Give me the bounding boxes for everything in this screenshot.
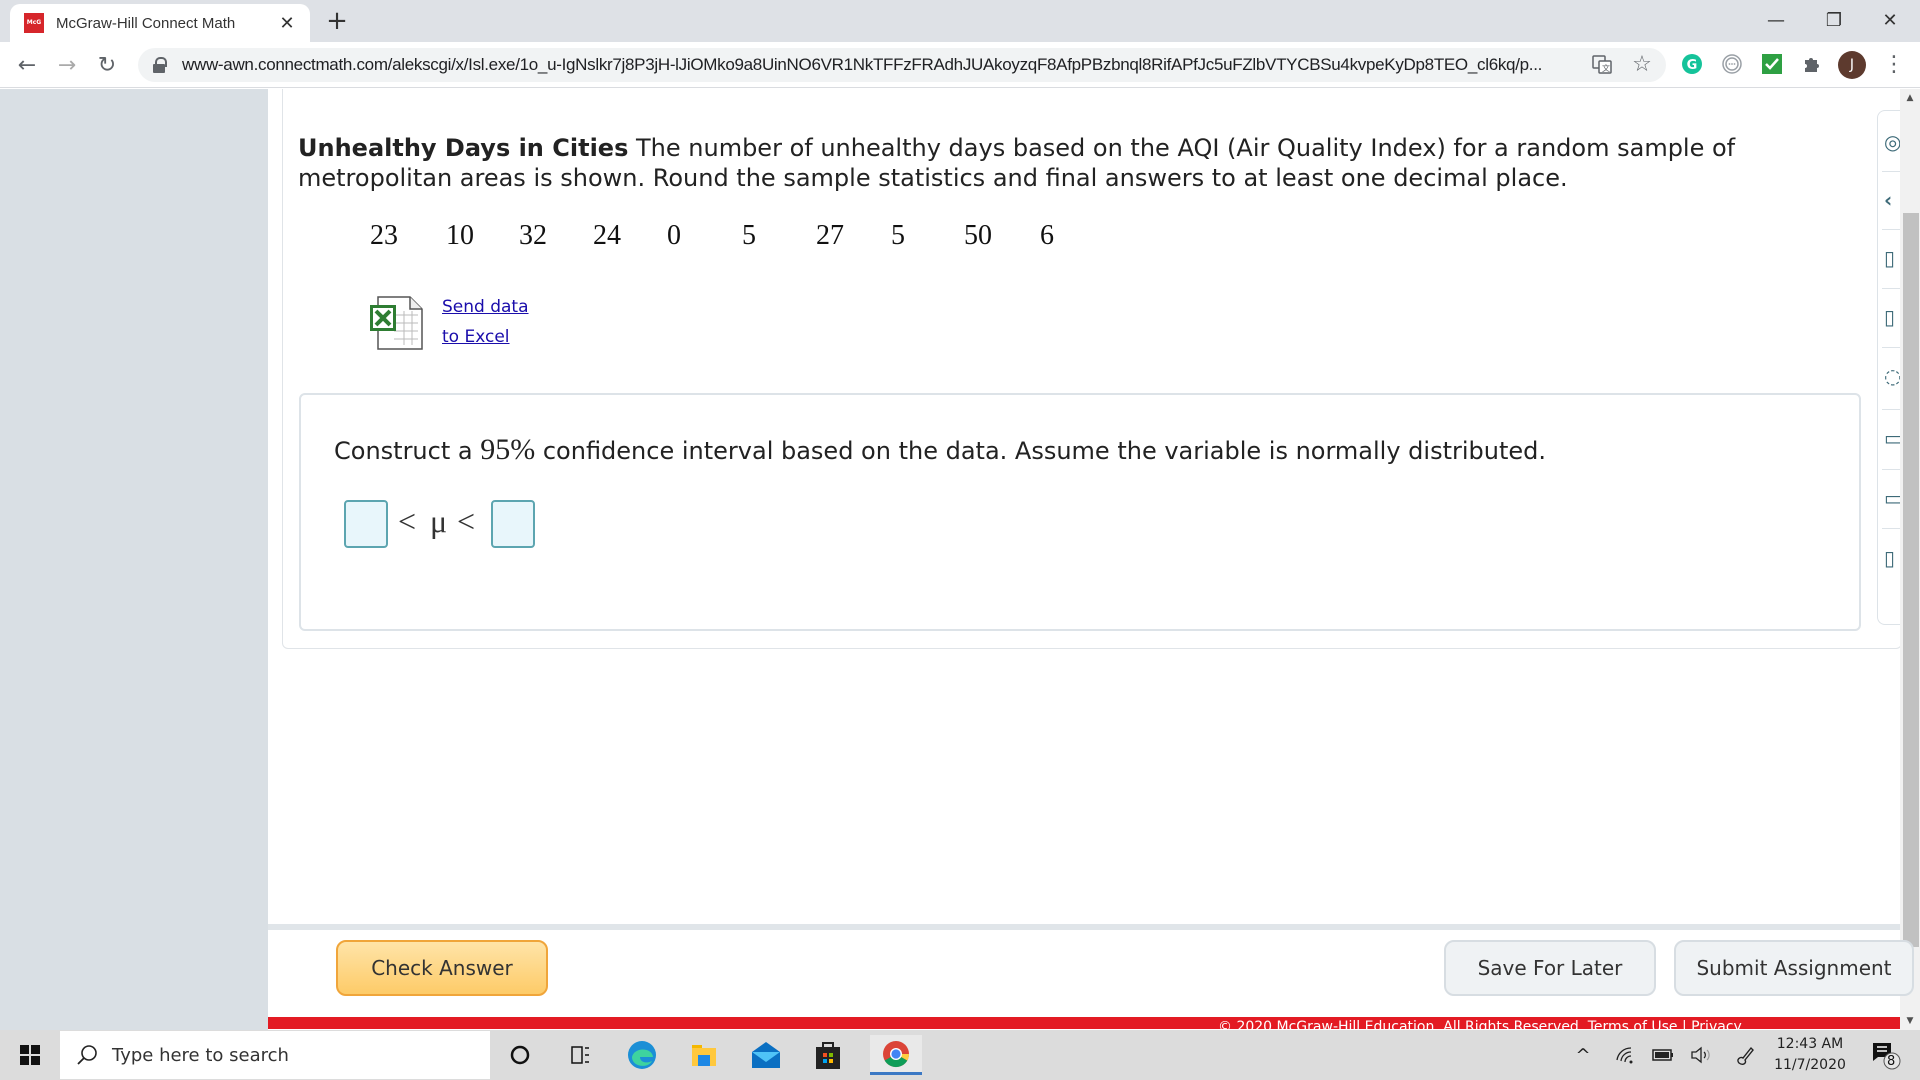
extension-circle-icon[interactable]: [1719, 51, 1745, 77]
taskbar-search-input[interactable]: Type here to search: [60, 1031, 490, 1079]
search-icon: [76, 1044, 98, 1066]
mu-symbol: μ: [430, 503, 448, 539]
chrome-taskbar-icon[interactable]: [870, 1035, 922, 1075]
action-center-button[interactable]: 8: [1866, 1030, 1906, 1080]
scroll-up-arrow-icon[interactable]: ▲: [1900, 89, 1920, 107]
data-value: 24: [593, 220, 621, 251]
svg-text:G: G: [1687, 58, 1698, 73]
wifi-icon[interactable]: [1610, 1030, 1640, 1080]
scroll-down-arrow-icon[interactable]: ▼: [1900, 1012, 1920, 1030]
data-value: 10: [446, 220, 474, 251]
tab-title: McGraw-Hill Connect Math: [56, 14, 236, 32]
mail-icon[interactable]: [746, 1035, 786, 1075]
vertical-scrollbar[interactable]: ▲ ▼: [1900, 89, 1920, 1030]
minimize-button[interactable]: —: [1748, 0, 1804, 40]
data-value: 5: [742, 220, 756, 251]
url-text: www-awn.connectmath.com/alekscgi/x/Isl.e…: [182, 55, 1543, 74]
data-value: 23: [370, 220, 398, 251]
browser-toolbar: ← → ↻ www-awn.connectmath.com/alekscgi/x…: [0, 42, 1920, 88]
address-bar[interactable]: www-awn.connectmath.com/alekscgi/x/Isl.e…: [138, 48, 1666, 82]
checkmark-extension-icon[interactable]: [1759, 51, 1785, 77]
page-viewport: Unhealthy Days in Cities The number of u…: [0, 89, 1920, 1030]
clock-date: 11/7/2020: [1774, 1057, 1846, 1073]
problem-statement: Unhealthy Days in Cities The number of u…: [298, 133, 1758, 193]
cortana-icon[interactable]: [500, 1035, 540, 1075]
extensions-puzzle-icon[interactable]: [1799, 51, 1825, 77]
upper-bound-input[interactable]: [491, 500, 535, 548]
lower-bound-input[interactable]: [344, 500, 388, 548]
send-data-to-excel-link-line2[interactable]: to Excel: [442, 327, 510, 347]
close-window-button[interactable]: ✕: [1862, 0, 1918, 40]
send-data-to-excel-link[interactable]: Send data: [442, 297, 529, 317]
chrome-menu-icon[interactable]: ⋮: [1880, 50, 1908, 78]
footer-text: © 2020 McGraw-Hill Education. All Rights…: [1218, 1019, 1742, 1029]
less-than-sign: <: [457, 503, 476, 539]
footer-bar: © 2020 McGraw-Hill Education. All Rights…: [268, 1017, 1900, 1029]
forward-button[interactable]: →: [52, 50, 82, 80]
start-button[interactable]: [0, 1030, 60, 1080]
task-view-icon[interactable]: [560, 1035, 600, 1075]
svg-text:文: 文: [1602, 63, 1610, 73]
search-placeholder: Type here to search: [112, 1044, 289, 1066]
file-explorer-icon[interactable]: [684, 1035, 724, 1075]
browser-tab-strip: McG McGraw-Hill Connect Math ✕ + — ❐ ✕: [0, 0, 1920, 42]
new-tab-button[interactable]: +: [322, 6, 352, 36]
translate-icon[interactable]: 文: [1588, 50, 1616, 78]
scrollbar-thumb[interactable]: [1903, 213, 1919, 947]
profile-avatar[interactable]: J: [1838, 51, 1866, 79]
mcgraw-hill-favicon-icon: McG: [24, 13, 44, 33]
system-clock[interactable]: 12:43 AM 11/7/2020: [1760, 1034, 1860, 1076]
data-value: 32: [519, 220, 547, 251]
windows-logo-icon: [20, 1045, 40, 1065]
action-bar: Check Answer Save For Later Submit Assig…: [268, 924, 1914, 1030]
problem-title: Unhealthy Days in Cities: [298, 134, 629, 162]
browser-tab[interactable]: McG McGraw-Hill Connect Math ✕: [10, 4, 310, 42]
data-value: 6: [1040, 220, 1054, 251]
bookmark-star-icon[interactable]: ☆: [1628, 50, 1656, 78]
pen-workspace-icon[interactable]: [1730, 1030, 1760, 1080]
back-button[interactable]: ←: [12, 50, 42, 80]
close-tab-icon[interactable]: ✕: [276, 13, 298, 34]
question-text: Construct a 95% confidence interval base…: [334, 433, 1547, 466]
check-answer-button[interactable]: Check Answer: [336, 940, 548, 996]
grammarly-extension-icon[interactable]: G: [1679, 51, 1705, 77]
windows-taskbar: Type here to search ^ 12:43 AM 11/7/2020…: [0, 1030, 1920, 1080]
data-value: 27: [816, 220, 844, 251]
less-than-sign: <: [398, 503, 417, 539]
clock-time: 12:43 AM: [1776, 1036, 1844, 1052]
notifications-icon: [1873, 1043, 1901, 1070]
confidence-level: 95%: [480, 433, 536, 466]
volume-icon[interactable]: [1686, 1030, 1716, 1080]
maximize-button[interactable]: ❐: [1806, 0, 1862, 40]
submit-assignment-button[interactable]: Submit Assignment: [1674, 940, 1914, 996]
left-gutter: [0, 89, 268, 1030]
data-value: 5: [891, 220, 905, 251]
excel-spreadsheet-icon[interactable]: [368, 295, 426, 351]
save-for-later-button[interactable]: Save For Later: [1444, 940, 1656, 996]
data-value: 50: [964, 220, 992, 251]
data-value: 0: [667, 220, 681, 251]
reload-button[interactable]: ↻: [92, 50, 122, 80]
edge-browser-icon[interactable]: [622, 1035, 662, 1075]
battery-icon[interactable]: [1648, 1030, 1678, 1080]
microsoft-store-icon[interactable]: [808, 1035, 848, 1075]
show-hidden-icons-chevron-icon[interactable]: ^: [1568, 1030, 1598, 1080]
notification-count-badge: 8: [1887, 1054, 1896, 1069]
lock-icon: [152, 57, 167, 73]
